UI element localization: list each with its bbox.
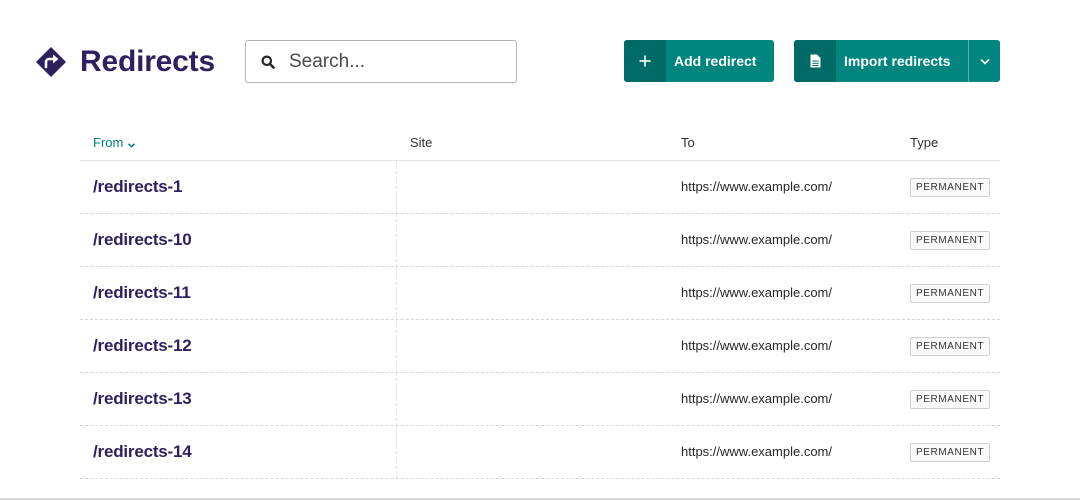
- add-redirect-label: Add redirect: [674, 53, 757, 69]
- column-header-to[interactable]: To: [681, 135, 695, 150]
- table-row: /redirects-10 https://www.example.com/ P…: [80, 214, 1000, 267]
- table-row: /redirects-13 https://www.example.com/ P…: [80, 373, 1000, 426]
- search-box[interactable]: [245, 40, 517, 83]
- site-cell: [396, 267, 397, 320]
- search-input[interactable]: [289, 50, 509, 73]
- redirect-from-link[interactable]: /redirects-12: [93, 336, 192, 356]
- status-badge: PERMANENT: [910, 284, 991, 303]
- redirect-to-url: https://www.example.com/: [681, 179, 832, 194]
- status-badge: PERMANENT: [910, 178, 991, 197]
- table-row: /redirects-11 https://www.example.com/ P…: [80, 267, 1000, 320]
- site-cell: [396, 426, 397, 479]
- redirect-from-link[interactable]: /redirects-11: [93, 283, 191, 303]
- redirect-to-url: https://www.example.com/: [681, 444, 832, 459]
- column-header-from[interactable]: From: [93, 135, 136, 150]
- import-redirects-label: Import redirects: [844, 53, 951, 69]
- redirect-to-url: https://www.example.com/: [681, 338, 832, 353]
- redirect-from-link[interactable]: /redirects-14: [93, 442, 192, 462]
- add-redirect-button[interactable]: Add redirect: [624, 40, 774, 82]
- page-title: Redirects: [80, 45, 215, 78]
- redirect-from-link[interactable]: /redirects-13: [93, 389, 192, 409]
- site-cell: [396, 214, 397, 267]
- title-block: Redirects: [35, 44, 215, 80]
- redirect-icon: [35, 46, 67, 78]
- table-row: /redirects-1 https://www.example.com/ PE…: [80, 161, 1000, 214]
- site-cell: [396, 320, 397, 373]
- table-row: /redirects-14 https://www.example.com/ P…: [80, 426, 1000, 479]
- document-icon-box: [794, 40, 836, 82]
- column-header-from-label: From: [93, 135, 124, 150]
- sort-chevron-icon: [127, 138, 136, 148]
- table-row: /redirects-12 https://www.example.com/ P…: [80, 320, 1000, 373]
- redirect-to-url: https://www.example.com/: [681, 391, 832, 406]
- status-badge: PERMANENT: [910, 443, 991, 462]
- redirect-to-url: https://www.example.com/: [681, 232, 832, 247]
- redirect-to-url: https://www.example.com/: [681, 285, 832, 300]
- import-redirects-button[interactable]: Import redirects: [794, 40, 1000, 82]
- column-header-site[interactable]: Site: [410, 135, 432, 150]
- document-icon: [810, 54, 820, 68]
- chevron-down-icon: [979, 58, 990, 65]
- import-dropdown-toggle[interactable]: [969, 40, 1000, 82]
- plus-icon-box: [624, 40, 666, 82]
- site-cell: [396, 161, 397, 214]
- column-header-type[interactable]: Type: [910, 135, 938, 150]
- search-icon: [261, 55, 275, 69]
- redirect-from-link[interactable]: /redirects-10: [93, 230, 192, 250]
- redirects-table: From Site To Type /redirects-1 https://w…: [80, 124, 1000, 479]
- site-cell: [396, 373, 397, 426]
- plus-icon: [639, 55, 651, 67]
- page-header: Redirects Add redirect: [0, 0, 1080, 110]
- redirect-from-link[interactable]: /redirects-1: [93, 177, 182, 197]
- table-header: From Site To Type: [80, 124, 1000, 161]
- status-badge: PERMANENT: [910, 337, 991, 356]
- status-badge: PERMANENT: [910, 390, 991, 409]
- status-badge: PERMANENT: [910, 231, 991, 250]
